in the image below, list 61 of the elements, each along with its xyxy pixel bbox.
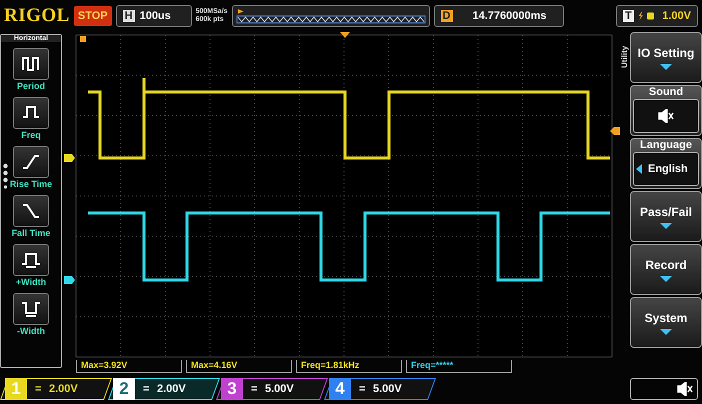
edge-icon — [638, 10, 644, 22]
measure-label: Rise Time — [10, 179, 52, 189]
channel-tab[interactable]: 3 = 5.00V — [216, 378, 328, 400]
channel-offset-marker[interactable] — [64, 276, 75, 284]
sound-toggle[interactable] — [633, 99, 699, 133]
trigger-panel[interactable]: T 1.00V — [616, 5, 698, 27]
measure-label: Freq — [21, 130, 41, 140]
trigger-level-marker[interactable] — [610, 127, 620, 135]
measure-label: +Width — [16, 277, 46, 287]
page-dots-icon — [3, 163, 8, 189]
measure-button[interactable] — [12, 146, 49, 178]
dropdown-caret-icon — [660, 328, 672, 334]
option-label: Sound — [648, 86, 684, 98]
channel-tab[interactable]: 2 = 2.00V — [108, 378, 220, 400]
timebase-label: H — [122, 10, 135, 22]
trigger-label: T — [623, 10, 634, 22]
menu-button-label: Pass/Fail — [640, 204, 692, 218]
menu-button-label: System — [644, 310, 688, 324]
channel-offset-marker[interactable] — [64, 154, 75, 162]
measure-label: -Width — [17, 326, 45, 336]
timebase-panel[interactable]: H 100us — [116, 5, 192, 27]
dropdown-caret-icon — [660, 64, 672, 70]
menu-button-label: Record — [645, 258, 687, 272]
measurement-readout: Freq=1.81kHz — [296, 360, 402, 373]
timebase-value: 100us — [140, 10, 171, 22]
measure-label: Fall Time — [12, 228, 50, 238]
menu-button[interactable]: Record — [630, 244, 702, 295]
menu-button[interactable]: System — [630, 297, 702, 348]
memory-waveform-icon — [236, 8, 426, 24]
channel-source-icon — [647, 11, 654, 21]
delay-panel[interactable]: D 14.7760000ms — [434, 5, 564, 27]
measurement-readout: Max=3.92V — [76, 360, 182, 373]
measure-button[interactable] — [13, 293, 49, 325]
measurement-readout: Freq=***** — [406, 360, 512, 373]
measure-button[interactable] — [12, 195, 49, 227]
memory-start-marker — [80, 36, 86, 42]
menu-button[interactable]: IO Setting — [630, 32, 702, 83]
menu-title: Utility — [620, 44, 630, 70]
speaker-muted-icon — [677, 382, 693, 396]
trigger-position-marker[interactable] — [340, 32, 350, 38]
menu-button-label: IO Setting — [638, 46, 694, 60]
menu-button[interactable]: Pass/Fail — [630, 191, 702, 242]
channel-tab[interactable]: 1 = 2.00V — [0, 378, 112, 400]
language-select[interactable]: English — [633, 152, 699, 186]
option-label: Language — [640, 139, 692, 151]
brand-logo: RIGOL — [4, 5, 70, 27]
delay-label: D — [440, 10, 452, 22]
measure-button[interactable] — [13, 97, 49, 129]
delay-value: 14.7760000ms — [472, 10, 547, 22]
measure-label: Period — [16, 81, 45, 91]
speaker-muted-icon — [658, 109, 674, 123]
measure-button[interactable] — [13, 244, 49, 276]
measure-button[interactable] — [13, 48, 49, 80]
measurement-readout: Max=4.16V — [186, 360, 292, 373]
left-caret-icon — [636, 164, 642, 174]
run-state-badge[interactable]: STOP — [74, 6, 112, 26]
dropdown-caret-icon — [660, 222, 672, 228]
dropdown-caret-icon — [660, 276, 672, 282]
trigger-level: 1.00V — [662, 10, 691, 22]
language-value: English — [648, 163, 688, 175]
channel-tab[interactable]: 4 = 5.00V — [324, 378, 436, 400]
